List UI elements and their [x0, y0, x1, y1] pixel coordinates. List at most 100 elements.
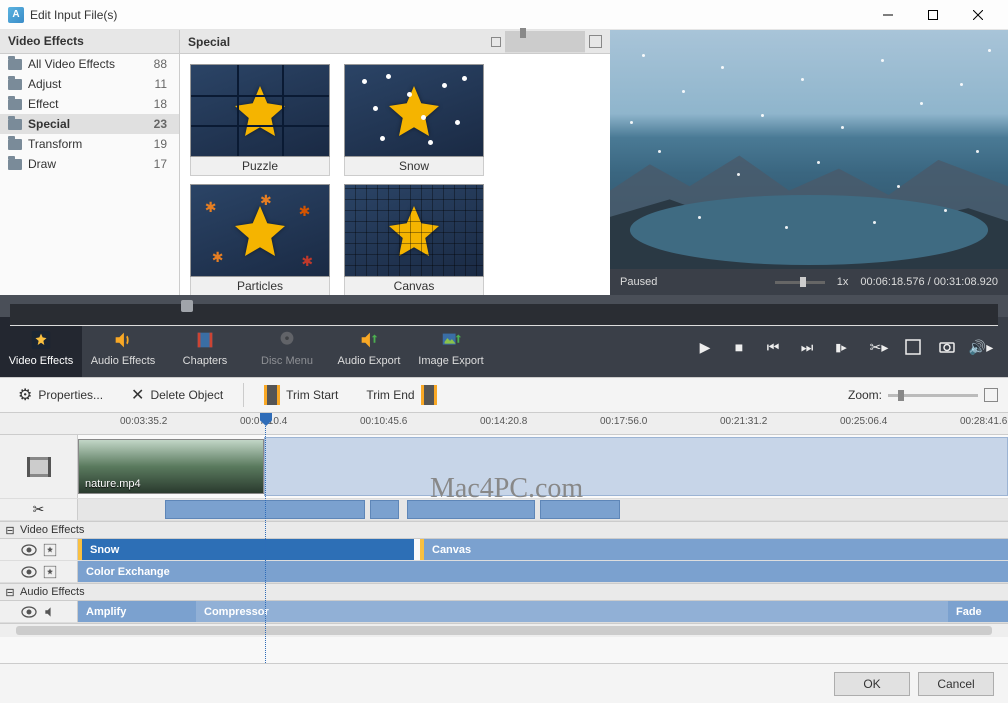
clip-color-exchange[interactable]: Color Exchange [78, 561, 1008, 582]
toolbar-secondary: ⚙ Properties... ✕ Delete Object Trim Sta… [0, 377, 1008, 413]
zoom-control: Zoom: [848, 388, 998, 402]
fullscreen-button[interactable] [898, 332, 928, 362]
scrub-bar[interactable] [0, 295, 1008, 317]
preview-video[interactable] [610, 30, 1008, 269]
thumbnail-size-slider[interactable] [491, 31, 602, 53]
eye-icon[interactable] [21, 566, 37, 578]
categories-list: All Video Effects 88 Adjust 11 Effect 18… [0, 54, 179, 295]
time-ruler[interactable]: 00:03:35.2 00:07:10.4 00:10:45.6 00:14:2… [0, 413, 1008, 435]
eye-icon[interactable] [21, 544, 37, 556]
cut-button[interactable]: ✂▸ [864, 332, 894, 362]
cat-label: Transform [28, 137, 154, 151]
collapse-toggle[interactable]: ⊟ [4, 524, 16, 537]
tab-label: Chapters [183, 355, 228, 367]
window-title: Edit Input File(s) [30, 8, 865, 22]
track-afx-1: Amplify Compressor Fade [0, 601, 1008, 623]
effect-label: Snow [344, 157, 484, 176]
track-vfx-body[interactable]: Snow Canvas [78, 539, 1008, 560]
effect-snow[interactable]: Snow [344, 64, 484, 176]
cat-draw[interactable]: Draw 17 [0, 154, 179, 174]
cat-transform[interactable]: Transform 19 [0, 134, 179, 154]
effects-grid: Puzzle Snow ✱✱✱✱✱ Particles [180, 54, 610, 295]
timeline: 00:03:35.2 00:07:10.4 00:10:45.6 00:14:2… [0, 413, 1008, 663]
track-cut: ✂ [0, 499, 1008, 521]
tab-image-export[interactable]: Image Export [410, 317, 492, 377]
cat-adjust[interactable]: Adjust 11 [0, 74, 179, 94]
tab-audio-effects[interactable]: Audio Effects [82, 317, 164, 377]
prev-button[interactable]: ⏮ [758, 332, 788, 362]
trim-end-button[interactable]: Trim End [358, 381, 444, 409]
time-tick: 00:21:31.2 [720, 416, 767, 427]
volume-button[interactable]: 🔊▸ [966, 332, 996, 362]
star-icon [43, 565, 57, 579]
tab-label: Audio Effects [91, 355, 156, 367]
track-afx-body[interactable]: Amplify Compressor Fade [78, 601, 1008, 622]
clip-compressor[interactable]: Compressor [196, 601, 948, 622]
close-button[interactable] [955, 0, 1000, 30]
delete-label: Delete Object [150, 388, 223, 402]
play-button[interactable]: ▶ [690, 332, 720, 362]
tab-video-effects[interactable]: Video Effects [0, 317, 82, 377]
clip-extended[interactable] [264, 437, 1008, 496]
cut-region[interactable] [165, 500, 365, 519]
step-button[interactable]: ▮▸ [826, 332, 856, 362]
tab-chapters[interactable]: Chapters [164, 317, 246, 377]
zoom-label: Zoom: [848, 388, 882, 402]
tab-label: Disc Menu [261, 355, 313, 367]
track-cut-body[interactable] [78, 499, 1008, 520]
effects-header-title: Special [188, 35, 230, 49]
minimize-button[interactable] [865, 0, 910, 30]
folder-icon [8, 99, 22, 110]
trim-start-button[interactable]: Trim Start [256, 381, 346, 409]
ok-button[interactable]: OK [834, 672, 910, 696]
effect-puzzle[interactable]: Puzzle [190, 64, 330, 176]
clip-fade[interactable]: Fade [948, 601, 1008, 622]
star-icon [29, 328, 53, 352]
eye-icon[interactable] [21, 606, 37, 618]
next-button[interactable]: ⏭ [792, 332, 822, 362]
app-icon: A [8, 7, 24, 23]
snapshot-button[interactable] [932, 332, 962, 362]
delete-object-button[interactable]: ✕ Delete Object [123, 381, 231, 409]
cancel-button[interactable]: Cancel [918, 672, 994, 696]
maximize-button[interactable] [910, 0, 955, 30]
track-vfx-body[interactable]: Color Exchange [78, 561, 1008, 582]
cat-all-video-effects[interactable]: All Video Effects 88 [0, 54, 179, 74]
effect-particles[interactable]: ✱✱✱✱✱ Particles [190, 184, 330, 295]
track-video-head [0, 435, 78, 498]
clip-video[interactable]: nature.mp4 [78, 439, 264, 494]
cut-region[interactable] [540, 500, 620, 519]
clip-amplify[interactable]: Amplify [78, 601, 196, 622]
scissors-icon: ✂ [33, 501, 45, 518]
properties-button[interactable]: ⚙ Properties... [10, 381, 111, 409]
stop-button[interactable]: ■ [724, 332, 754, 362]
speed-slider[interactable] [775, 281, 825, 284]
clip-label: Fade [956, 606, 982, 618]
tab-label: Image Export [418, 355, 483, 367]
clip-snow[interactable]: Snow [78, 539, 414, 560]
cut-region[interactable] [370, 500, 399, 519]
clip-label: Snow [90, 544, 119, 556]
zoom-slider[interactable] [888, 394, 978, 397]
title-bar: A Edit Input File(s) [0, 0, 1008, 30]
cat-count: 11 [155, 77, 171, 91]
scrub-handle[interactable] [181, 300, 193, 312]
time-tick: 00:07:10.4 [240, 416, 287, 427]
tab-audio-export[interactable]: Audio Export [328, 317, 410, 377]
cut-region[interactable] [407, 500, 535, 519]
cat-special[interactable]: Special 23 [0, 114, 179, 134]
cat-effect[interactable]: Effect 18 [0, 94, 179, 114]
folder-icon [8, 59, 22, 70]
horizontal-scrollbar[interactable] [0, 623, 1008, 637]
collapse-toggle[interactable]: ⊟ [4, 586, 16, 599]
track-video-body[interactable]: nature.mp4 [78, 435, 1008, 498]
tab-label: Audio Export [338, 355, 401, 367]
speaker-export-icon [357, 328, 381, 352]
track-vfx-head [0, 561, 78, 582]
effect-canvas[interactable]: Canvas [344, 184, 484, 295]
time-tick: 00:14:20.8 [480, 416, 527, 427]
zoom-fit-icon[interactable] [984, 388, 998, 402]
large-thumb-icon [589, 35, 602, 48]
track-cut-head: ✂ [0, 499, 78, 520]
clip-canvas[interactable]: Canvas [420, 539, 1008, 560]
